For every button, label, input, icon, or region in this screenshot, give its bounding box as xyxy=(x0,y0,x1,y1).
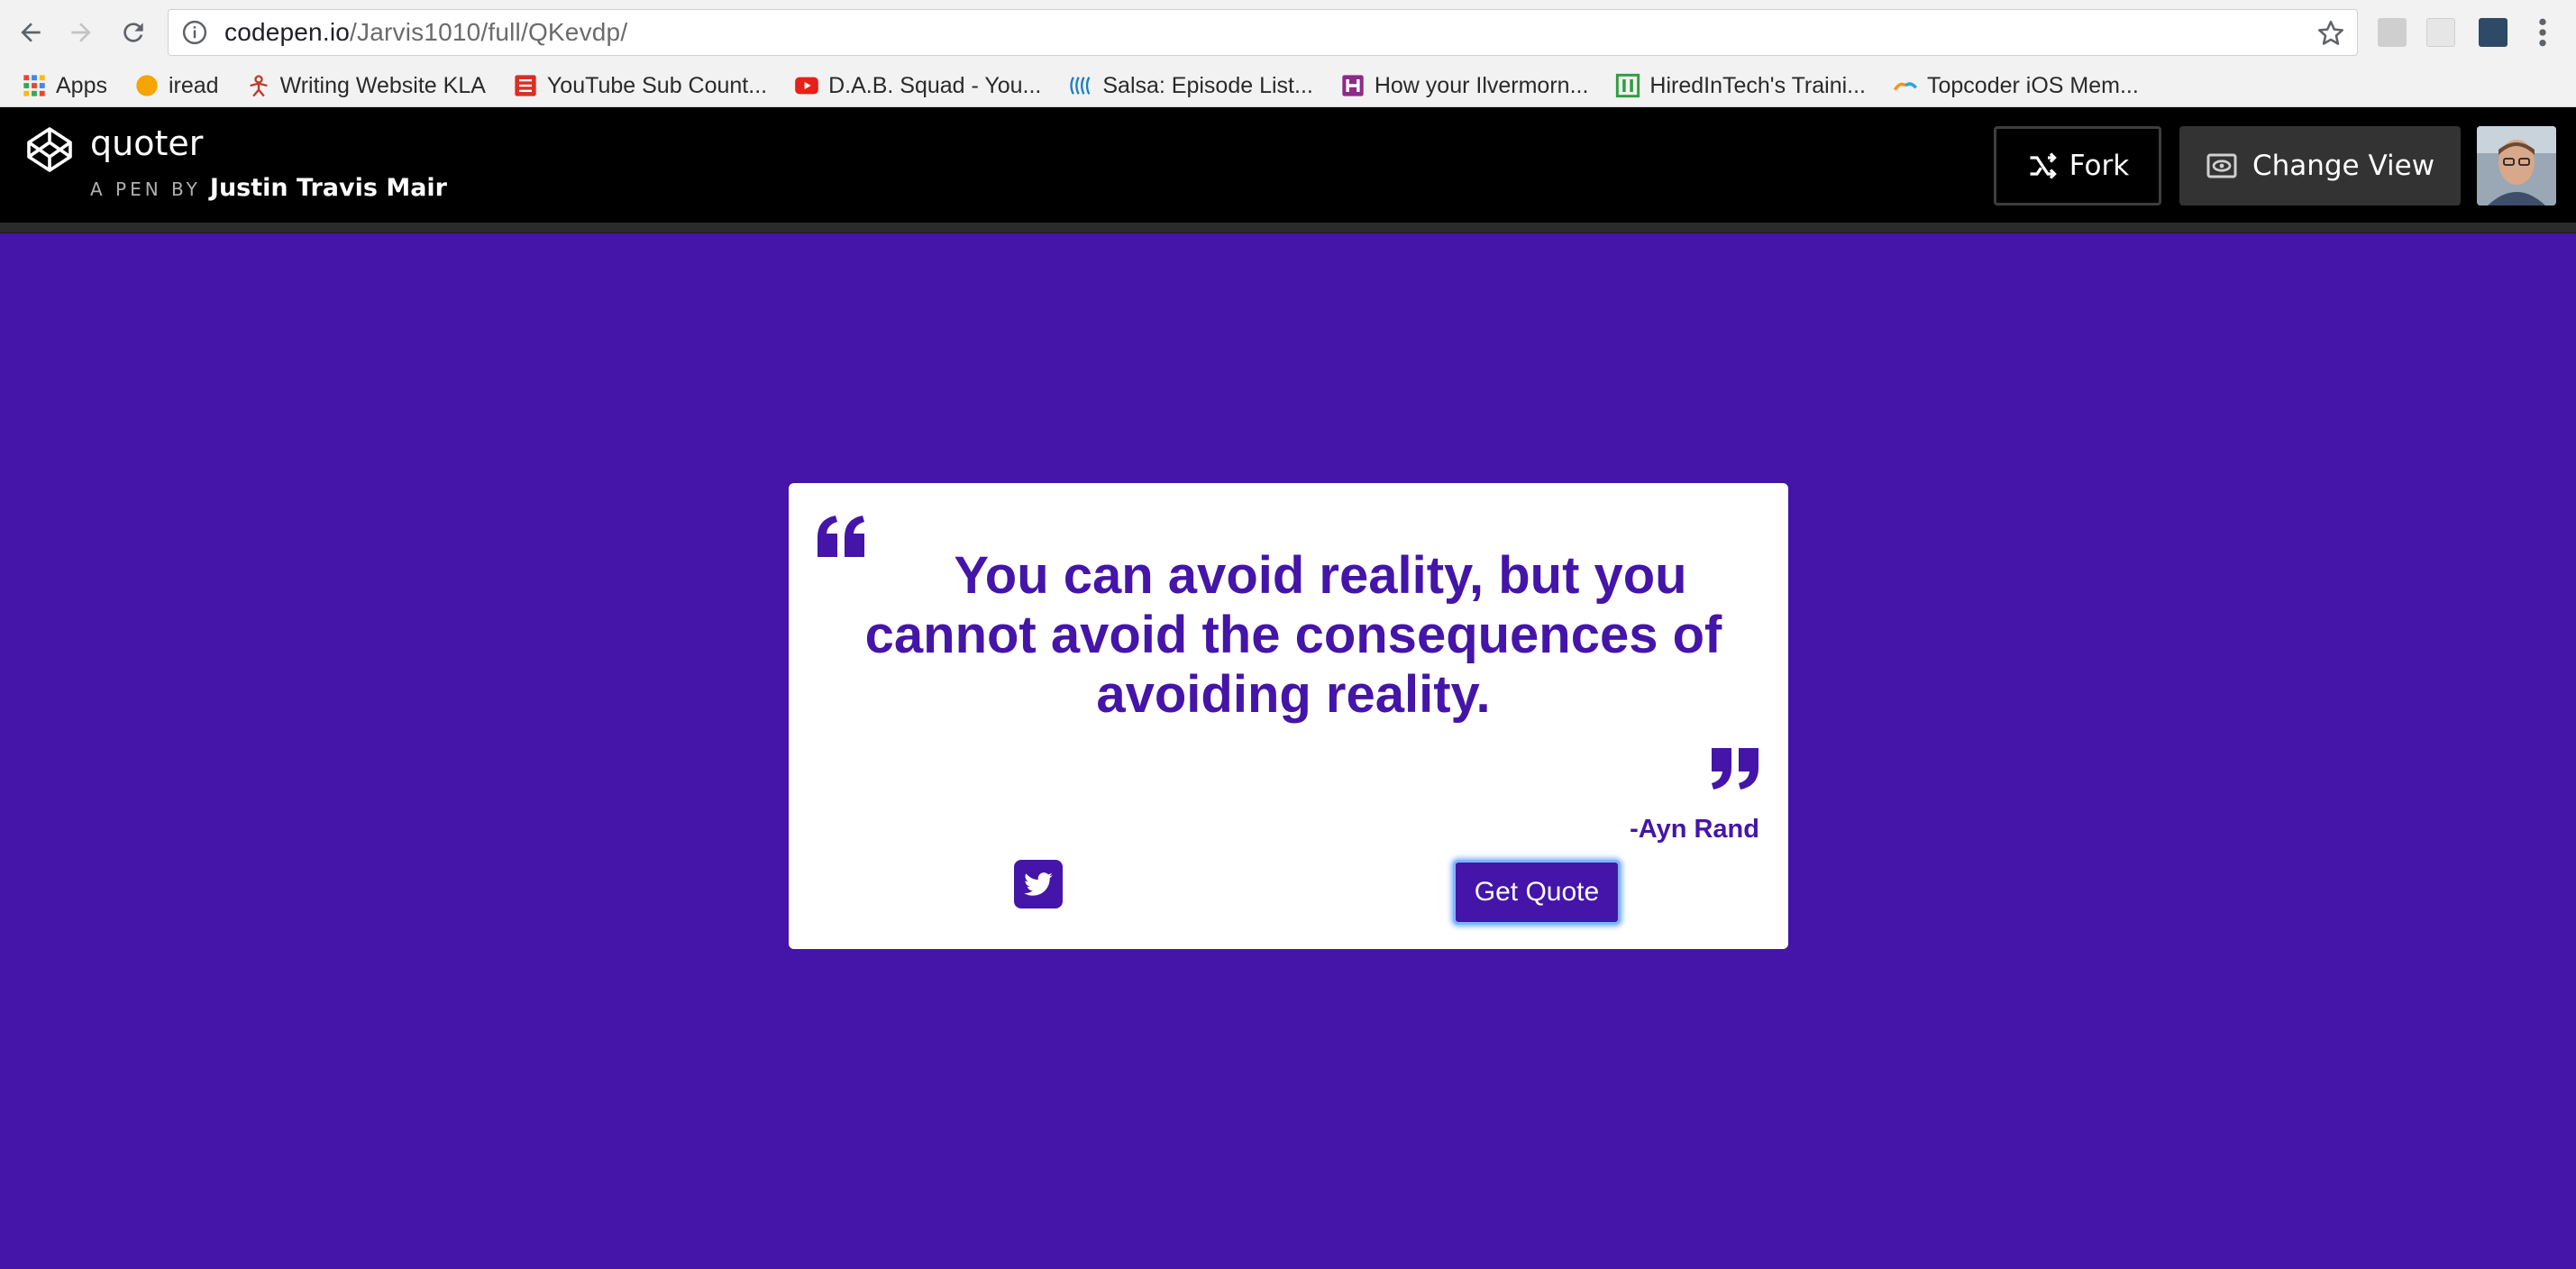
salsa-icon xyxy=(1070,77,1091,95)
bookmark-label: YouTube Sub Count... xyxy=(546,72,768,98)
bookmark-hiredintech[interactable]: HiredInTech's Traini... xyxy=(1615,73,1866,99)
quote-text: You can avoid reality, but you cannot av… xyxy=(864,546,1722,724)
hiredintech-icon xyxy=(1616,73,1640,98)
codepen-header: quoter A PEN BY Justin Travis Mair Fork … xyxy=(0,107,2576,223)
pen-byline: A PEN BY Justin Travis Mair xyxy=(90,174,447,202)
twitter-icon xyxy=(1024,872,1053,896)
bookmark-ilvermorny[interactable]: How your Ilvermorn... xyxy=(1340,72,1589,99)
bookmark-label: iread xyxy=(168,72,219,98)
bookmark-label: Topcoder iOS Mem... xyxy=(1927,72,2139,98)
user-avatar[interactable] xyxy=(2477,126,2556,205)
change-view-label: Change View xyxy=(2252,150,2435,182)
info-icon[interactable] xyxy=(181,19,208,46)
browser-menu-icon[interactable] xyxy=(2529,14,2556,50)
byline-prefix: A PEN BY xyxy=(90,178,201,200)
extension-u-icon[interactable] xyxy=(2479,18,2507,47)
extension-tb-icon[interactable] xyxy=(2378,18,2407,47)
address-bar[interactable]: codepen.io/Jarvis1010/full/QKevdp/ xyxy=(168,9,2358,56)
pen-author-link[interactable]: Justin Travis Mair xyxy=(210,174,447,202)
fork-label: Fork xyxy=(2069,150,2130,182)
figure-icon xyxy=(249,75,268,97)
back-arrow-icon xyxy=(21,23,41,42)
bookmark-salsa[interactable]: Salsa: Episode List... xyxy=(1068,72,1313,99)
codepen-logo-icon[interactable] xyxy=(25,125,74,174)
reload-button[interactable] xyxy=(114,13,153,52)
pen-title: quoter xyxy=(90,123,204,163)
bookmark-dab-squad[interactable]: D.A.B. Squad - You... xyxy=(794,73,1041,99)
quote-card: You can avoid reality, but you cannot av… xyxy=(789,483,1788,949)
bookmark-star-icon[interactable] xyxy=(2316,18,2346,49)
forward-button[interactable] xyxy=(61,13,101,52)
bookmark-apps[interactable]: Apps xyxy=(22,73,107,99)
get-quote-button[interactable]: Get Quote xyxy=(1453,860,1621,925)
bookmark-label: Apps xyxy=(56,72,107,98)
bookmark-youtube-sub-count[interactable]: YouTube Sub Count... xyxy=(513,73,767,99)
pen-preview: You can avoid reality, but you cannot av… xyxy=(0,233,2576,1269)
extension-window-icon[interactable] xyxy=(2426,18,2455,47)
forward-arrow-icon xyxy=(71,23,91,42)
bookmark-writing-website[interactable]: Writing Website KLA xyxy=(246,73,486,99)
back-button[interactable] xyxy=(11,13,50,52)
orange-circle-icon xyxy=(136,75,158,96)
h-badge-icon xyxy=(1342,75,1364,96)
bookmark-label: How your Ilvermorn... xyxy=(1374,72,1589,98)
change-view-button[interactable]: Change View xyxy=(2179,126,2461,205)
bookmark-label: Salsa: Episode List... xyxy=(1102,72,1313,98)
youtube-icon xyxy=(795,77,818,95)
bookmark-iread[interactable]: iread xyxy=(134,73,219,99)
avatar-photo-icon xyxy=(2477,126,2556,205)
bookmark-label: D.A.B. Squad - You... xyxy=(828,72,1042,98)
apps-grid-icon xyxy=(23,75,45,96)
bookmark-label: Writing Website KLA xyxy=(279,72,486,98)
quote-right-icon xyxy=(1712,748,1758,790)
url-text: codepen.io/Jarvis1010/full/QKevdp/ xyxy=(224,18,628,46)
fork-button[interactable]: Fork xyxy=(1994,126,2161,205)
topcoder-icon xyxy=(1893,82,1918,91)
yt-sub-counter-icon xyxy=(515,75,536,96)
reload-icon xyxy=(123,23,143,42)
quote-author: -Ayn Rand xyxy=(1630,815,1759,844)
fork-icon xyxy=(2030,152,2057,179)
tweet-button[interactable] xyxy=(1014,860,1063,908)
browser-toolbar: codepen.io/Jarvis1010/full/QKevdp/ Apps … xyxy=(0,0,2576,107)
header-divider xyxy=(0,223,2576,233)
bookmark-topcoder[interactable]: Topcoder iOS Mem... xyxy=(1893,73,2139,99)
view-icon xyxy=(2206,153,2237,178)
bookmarks-bar: Apps iread Writing Website KLA YouTube S… xyxy=(0,65,2576,106)
bookmark-label: HiredInTech's Traini... xyxy=(1649,72,1866,98)
